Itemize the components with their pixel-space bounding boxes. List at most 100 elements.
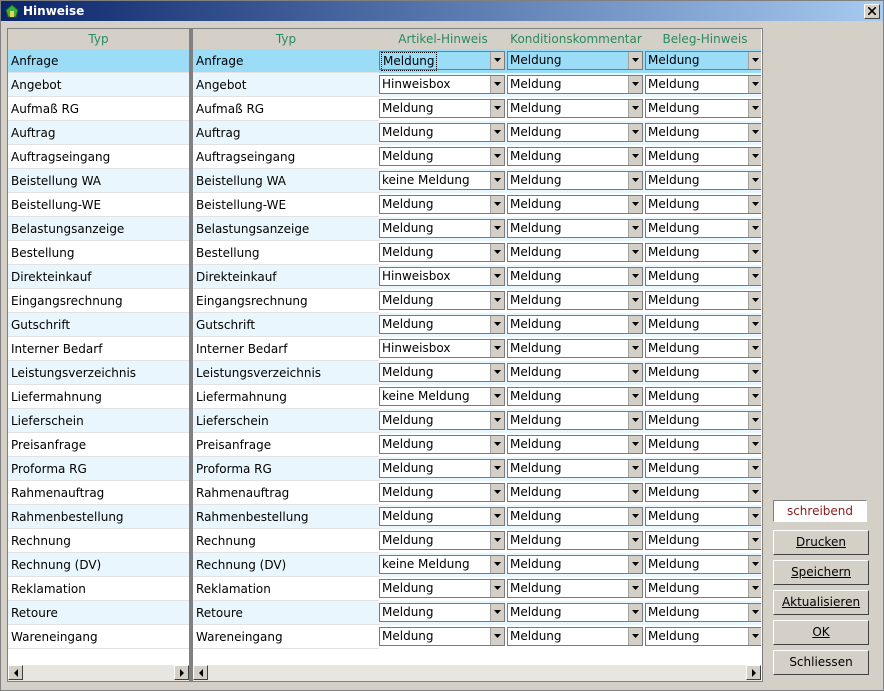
dropdown-button[interactable]	[628, 148, 642, 165]
table-row[interactable]: Auftragseingang Meldung Meldung Meldung	[193, 145, 761, 169]
konditionskommentar-select[interactable]: Meldung	[507, 579, 643, 598]
dropdown-button[interactable]	[628, 76, 642, 93]
beleg-hinweis-select[interactable]: Meldung	[645, 315, 761, 334]
dropdown-button[interactable]	[748, 52, 761, 69]
konditionskommentar-select[interactable]: Meldung	[507, 75, 643, 94]
frozen-row[interactable]: Proforma RG	[8, 457, 189, 481]
dropdown-button[interactable]	[628, 220, 642, 237]
frozen-row[interactable]: Aufmaß RG	[8, 97, 189, 121]
konditionskommentar-select[interactable]: Meldung	[507, 51, 643, 70]
beleg-hinweis-select[interactable]: Meldung	[645, 507, 761, 526]
dropdown-button[interactable]	[748, 484, 761, 501]
dropdown-button[interactable]	[628, 484, 642, 501]
dropdown-button[interactable]	[628, 364, 642, 381]
dropdown-button[interactable]	[490, 316, 504, 333]
artikel-hinweis-select[interactable]: keine Meldung	[379, 171, 505, 190]
artikel-hinweis-select[interactable]: Meldung	[379, 603, 505, 622]
dropdown-button[interactable]	[748, 100, 761, 117]
table-row[interactable]: Bestellung Meldung Meldung Meldung	[193, 241, 761, 265]
dropdown-button[interactable]	[490, 460, 504, 477]
beleg-hinweis-select[interactable]: Meldung	[645, 267, 761, 286]
konditionskommentar-select[interactable]: Meldung	[507, 411, 643, 430]
dropdown-button[interactable]	[748, 364, 761, 381]
konditionskommentar-select[interactable]: Meldung	[507, 555, 643, 574]
artikel-hinweis-select[interactable]: keine Meldung	[379, 387, 505, 406]
artikel-hinweis-select[interactable]: Meldung	[379, 147, 505, 166]
frozen-row[interactable]: Interner Bedarf	[8, 337, 189, 361]
table-row[interactable]: Eingangsrechnung Meldung Meldung Meldung	[193, 289, 761, 313]
dropdown-button[interactable]	[628, 316, 642, 333]
konditionskommentar-select[interactable]: Meldung	[507, 339, 643, 358]
dropdown-button[interactable]	[748, 604, 761, 621]
dropdown-button[interactable]	[490, 340, 504, 357]
dropdown-button[interactable]	[490, 484, 504, 501]
dropdown-button[interactable]	[490, 436, 504, 453]
konditionskommentar-select[interactable]: Meldung	[507, 171, 643, 190]
table-row[interactable]: Proforma RG Meldung Meldung Meldung	[193, 457, 761, 481]
table-row[interactable]: Rahmenbestellung Meldung Meldung Meldung	[193, 505, 761, 529]
table-row[interactable]: Rahmenauftrag Meldung Meldung Meldung	[193, 481, 761, 505]
frozen-row[interactable]: Rahmenbestellung	[8, 505, 189, 529]
table-row[interactable]: Retoure Meldung Meldung Meldung	[193, 601, 761, 625]
dropdown-button[interactable]	[748, 244, 761, 261]
frozen-row[interactable]: Bestellung	[8, 241, 189, 265]
dropdown-button[interactable]	[628, 244, 642, 261]
artikel-hinweis-select[interactable]: Hinweisbox	[379, 267, 505, 286]
dropdown-button[interactable]	[748, 508, 761, 525]
beleg-hinweis-select[interactable]: Meldung	[645, 291, 761, 310]
frozen-row[interactable]: Anfrage	[8, 49, 189, 73]
dropdown-button[interactable]	[490, 628, 504, 645]
dropdown-button[interactable]	[490, 100, 504, 117]
dropdown-button[interactable]	[490, 604, 504, 621]
konditionskommentar-select[interactable]: Meldung	[507, 123, 643, 142]
artikel-hinweis-select[interactable]: Meldung	[379, 363, 505, 382]
dropdown-button[interactable]	[748, 388, 761, 405]
beleg-hinweis-select[interactable]: Meldung	[645, 339, 761, 358]
dropdown-button[interactable]	[628, 196, 642, 213]
dropdown-button[interactable]	[748, 412, 761, 429]
konditionskommentar-select[interactable]: Meldung	[507, 219, 643, 238]
artikel-hinweis-select[interactable]: Meldung	[379, 315, 505, 334]
frozen-row[interactable]: Angebot	[8, 73, 189, 97]
dropdown-button[interactable]	[748, 268, 761, 285]
frozen-row[interactable]: Rahmenauftrag	[8, 481, 189, 505]
dropdown-button[interactable]	[748, 628, 761, 645]
aktualisieren-button[interactable]: Aktualisieren	[773, 590, 869, 615]
frozen-row[interactable]: Wareneingang	[8, 625, 189, 649]
frozen-row[interactable]: Beistellung WA	[8, 169, 189, 193]
konditionskommentar-select[interactable]: Meldung	[507, 291, 643, 310]
beleg-hinweis-select[interactable]: Meldung	[645, 531, 761, 550]
schliessen-button[interactable]: Schliessen	[773, 650, 869, 675]
frozen-row[interactable]: Leistungsverzeichnis	[8, 361, 189, 385]
dropdown-button[interactable]	[748, 340, 761, 357]
beleg-hinweis-select[interactable]: Meldung	[645, 603, 761, 622]
dropdown-button[interactable]	[490, 124, 504, 141]
artikel-hinweis-select[interactable]: Meldung	[379, 123, 505, 142]
dropdown-button[interactable]	[628, 628, 642, 645]
dropdown-button[interactable]	[490, 220, 504, 237]
table-row[interactable]: Auftrag Meldung Meldung Meldung	[193, 121, 761, 145]
dropdown-button[interactable]	[490, 196, 504, 213]
frozen-row[interactable]: Gutschrift	[8, 313, 189, 337]
drucken-button[interactable]: Drucken	[773, 530, 869, 555]
dropdown-button[interactable]	[628, 52, 642, 69]
beleg-hinweis-select[interactable]: Meldung	[645, 219, 761, 238]
dropdown-button[interactable]	[490, 508, 504, 525]
dropdown-button[interactable]	[490, 52, 504, 69]
frozen-scroll-left-button[interactable]	[8, 665, 23, 680]
artikel-hinweis-select[interactable]: keine Meldung	[379, 555, 505, 574]
konditionskommentar-select[interactable]: Meldung	[507, 483, 643, 502]
konditionskommentar-select[interactable]: Meldung	[507, 99, 643, 118]
frozen-row[interactable]: Auftragseingang	[8, 145, 189, 169]
artikel-hinweis-select[interactable]: Meldung	[379, 243, 505, 262]
artikel-hinweis-select[interactable]: Meldung	[379, 51, 505, 71]
dropdown-button[interactable]	[490, 172, 504, 189]
table-row[interactable]: Rechnung (DV) keine Meldung Meldung Meldung	[193, 553, 761, 577]
beleg-hinweis-select[interactable]: Meldung	[645, 243, 761, 262]
table-row[interactable]: Leistungsverzeichnis Meldung Meldung Meldun…	[193, 361, 761, 385]
ok-button[interactable]: OK	[773, 620, 869, 645]
dropdown-button[interactable]	[490, 412, 504, 429]
column-header-frozen-typ[interactable]: Typ	[8, 29, 189, 49]
table-row[interactable]: Preisanfrage Meldung Meldung Meldung	[193, 433, 761, 457]
frozen-horizontal-scrollbar[interactable]	[8, 665, 189, 681]
